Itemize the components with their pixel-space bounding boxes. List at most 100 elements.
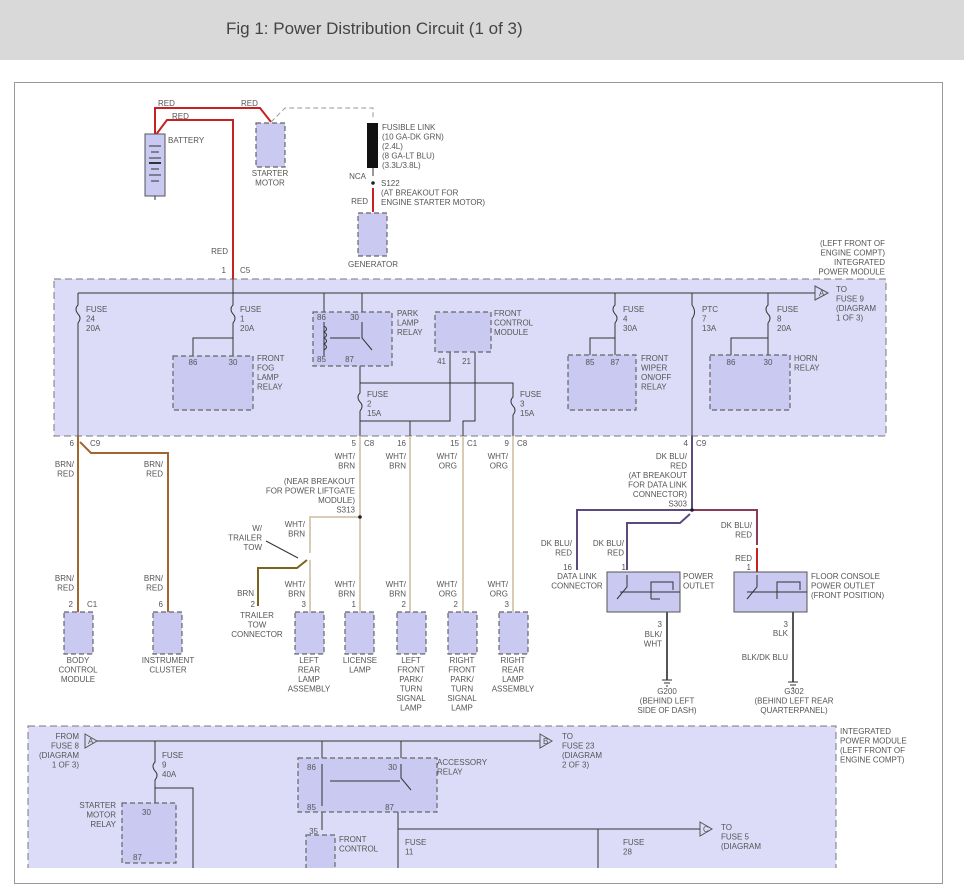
horn-relay	[709, 354, 791, 411]
label-line: WHT/	[488, 580, 509, 589]
label-line: 1	[622, 563, 627, 572]
label-line: OUTLET	[683, 582, 715, 591]
label-line: 3	[505, 600, 510, 609]
label-line: RIGHT	[501, 656, 526, 665]
label-line: TO	[721, 823, 732, 832]
horn-relay-label: HORN RELAY	[794, 354, 820, 373]
label-line: FRONT	[397, 666, 425, 675]
label-line: LAMP	[298, 675, 320, 684]
nca-label: NCA	[349, 172, 367, 181]
label-line: FLOOR CONSOLE	[811, 572, 880, 581]
label-line: 41	[437, 357, 446, 366]
label-line: ON/OFF	[641, 373, 671, 382]
label-line: FOG	[257, 364, 274, 373]
label-line: PARK	[397, 309, 419, 318]
pin-label: 2	[251, 600, 256, 609]
label-line: CONNECTOR	[551, 582, 603, 591]
label-line: RELAY	[794, 364, 820, 373]
label-line: (FRONT POSITION)	[811, 591, 885, 600]
label-line: (8 GA-LT BLU)	[382, 152, 435, 161]
label-line: 11	[405, 848, 414, 857]
label-line: FUSE 9	[836, 295, 865, 304]
label-line: PTC	[702, 305, 718, 314]
label-line: POWER	[683, 572, 713, 581]
label-line: MODULE)	[318, 496, 355, 505]
label-line: POWER OUTLET	[811, 582, 875, 591]
label-line: G302	[784, 687, 804, 696]
wire-color-label: WHT/BRN	[335, 452, 356, 471]
label-line: ENGINE STARTER MOTOR)	[381, 198, 485, 207]
label-line: FUSIBLE LINK	[382, 123, 436, 132]
label-line: 1	[747, 563, 752, 572]
label-line: CONNECTOR)	[633, 490, 687, 499]
pin-label: 3	[505, 600, 510, 609]
left-front-lamp-label: LEFT FRONT PARK/TURN SIGNAL LAMP	[396, 656, 426, 713]
wire-color-label: WHT/BRN	[386, 452, 407, 471]
label-line: ORG	[490, 590, 508, 599]
label-line: 15A	[367, 409, 382, 418]
wire-color-label: BRN/RED	[55, 460, 75, 479]
label-line: FUSE 23	[562, 742, 595, 751]
label-line: C1	[467, 439, 478, 448]
connector-label: C8	[364, 439, 375, 448]
label-line: FRONT	[257, 354, 285, 363]
label-line: 24	[86, 315, 95, 324]
label-line: RED	[172, 112, 189, 121]
label-line: DK BLU/	[541, 539, 573, 548]
pin-label: 1	[222, 266, 227, 275]
label-line: LAMP	[451, 704, 473, 713]
right-front-lamp-label: RIGHT FRONT PARK/TURN SIGNAL LAMP	[447, 656, 477, 713]
label-line: TO	[836, 285, 847, 294]
label-line: FRONT	[641, 354, 669, 363]
battery-icon	[144, 133, 166, 197]
label-line: NCA	[349, 172, 367, 181]
label-line: WHT/	[285, 520, 306, 529]
starter-motor-label: STARTER MOTOR	[252, 169, 289, 188]
wire-color-label: WHT/ORG	[488, 452, 509, 471]
pin-label: 30	[388, 763, 397, 772]
pin-label: 3	[784, 620, 789, 629]
wire-color-label: DK BLU/RED	[541, 539, 573, 558]
pin-label: 16	[397, 439, 406, 448]
label-line: 30	[229, 358, 238, 367]
label-line: 2 OF 3)	[562, 761, 589, 770]
label-line: WHT/	[386, 452, 407, 461]
label-line: C8	[364, 439, 375, 448]
pin-label: 4	[684, 439, 689, 448]
label-line: RED	[146, 470, 163, 479]
label-line: 30	[764, 358, 773, 367]
label-line: LEFT	[401, 656, 421, 665]
label-line: STARTER	[79, 801, 116, 810]
wire-color-label: RED	[735, 554, 752, 563]
label-line: BLK/	[645, 630, 663, 639]
label-line: DK BLU/	[656, 452, 688, 461]
label-line: (BEHIND LEFT	[640, 697, 695, 706]
label-line: PARK/	[450, 675, 474, 684]
label-line: FRONT	[494, 309, 522, 318]
wire-color-label: RED	[158, 99, 175, 108]
label-line: 9	[162, 761, 167, 770]
label-line: DATA LINK	[557, 572, 597, 581]
ground-g302-label: G302 (BEHIND LEFT REAR QUARTERPANEL)	[755, 687, 834, 715]
pin-label: 9	[505, 439, 510, 448]
pin-label: 86	[307, 763, 316, 772]
label-line: BRN	[338, 462, 355, 471]
label-line: 4	[684, 439, 689, 448]
label-line: 13A	[702, 324, 717, 333]
label-line: BRN	[389, 462, 406, 471]
dashed-link	[270, 107, 374, 123]
label-line: (3.3L/3.8L)	[382, 161, 421, 170]
bcm-label: BODY CONTROL MODULE	[58, 656, 98, 684]
label-line: 4	[623, 315, 628, 324]
label-line: TRAILER	[240, 611, 274, 620]
label-line: 2	[251, 600, 256, 609]
label-line: WHT/	[285, 580, 306, 589]
label-line: RED	[158, 99, 175, 108]
pin-label: 86	[317, 313, 326, 322]
splice-s313	[358, 515, 362, 519]
pin-label: 3	[658, 620, 663, 629]
label-line: RED	[670, 462, 687, 471]
wire-color-label: WHT/BRN	[335, 580, 356, 599]
label-line: 1 OF 3)	[836, 314, 863, 323]
label-line: TOW	[243, 543, 262, 552]
